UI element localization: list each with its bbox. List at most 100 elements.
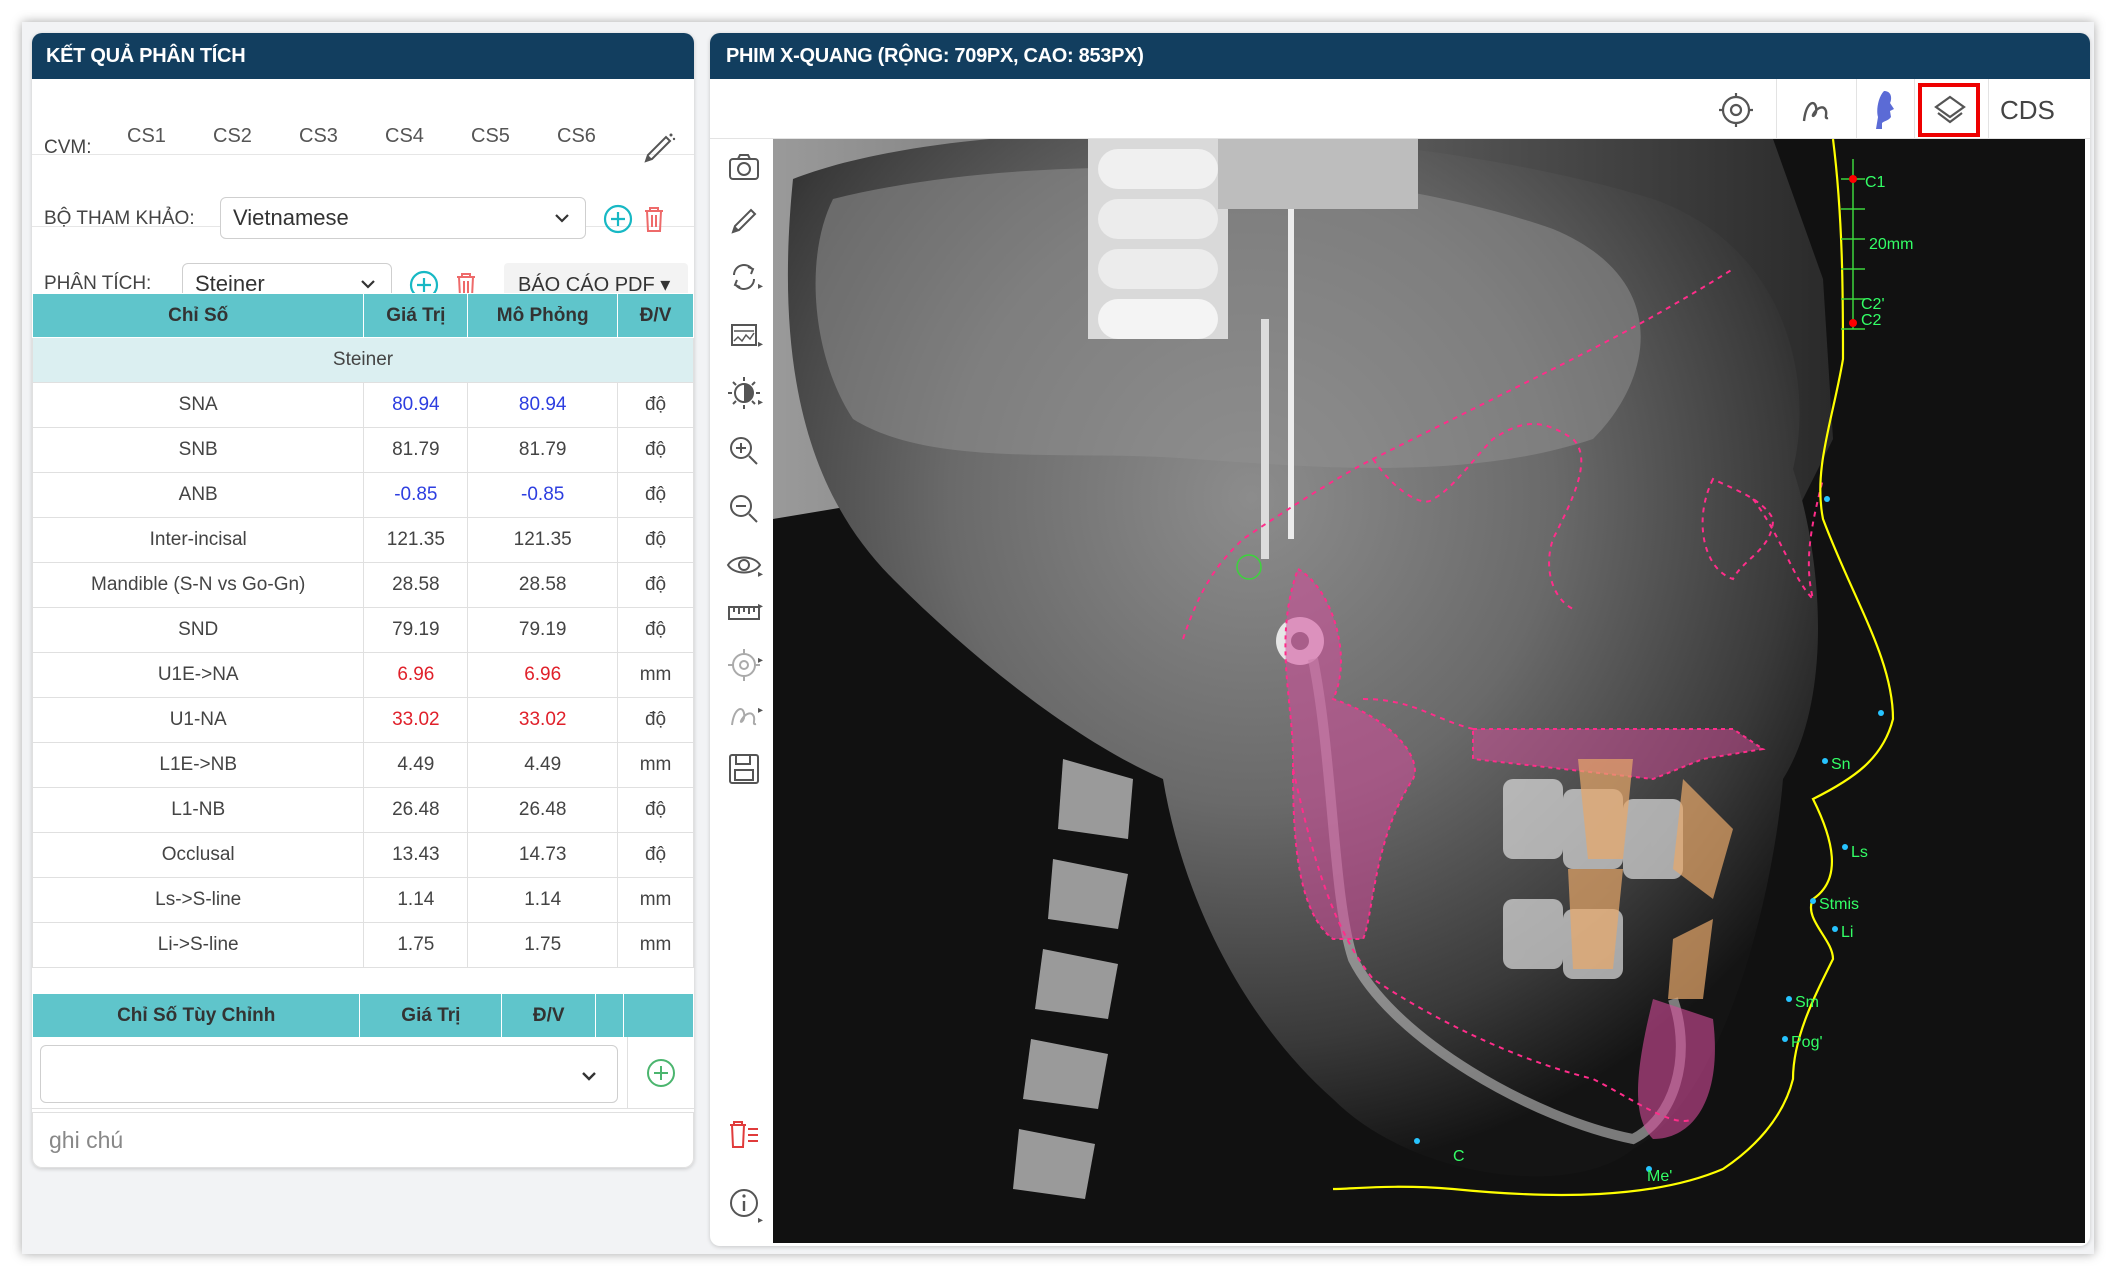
index-name-cell: Occlusal	[31, 832, 365, 878]
zoom-in-icon[interactable]	[724, 431, 764, 471]
chevron-down-icon	[555, 214, 569, 223]
simulation-cell[interactable]: 80.94	[467, 382, 619, 428]
index-name-cell: SNA	[31, 382, 365, 428]
simulation-cell[interactable]: 121.35	[467, 517, 619, 563]
value-cell: 121.35	[363, 517, 469, 563]
simulation-cell[interactable]: 79.19	[467, 607, 619, 653]
unit-cell: mm	[617, 877, 694, 923]
custom-header-action	[623, 993, 694, 1038]
cvm-stage-cs1[interactable]: CS1	[127, 125, 213, 148]
table-row: U1-NA 33.02 33.02 độ	[31, 697, 694, 743]
target-icon[interactable]	[1704, 85, 1768, 135]
unit-cell: độ	[617, 472, 694, 518]
simulation-cell[interactable]: 14.73	[467, 832, 619, 878]
unit-cell: mm	[617, 742, 694, 788]
unit-cell: độ	[617, 832, 694, 878]
add-custom-index-icon[interactable]	[645, 1057, 677, 1089]
landmark-label-li: Li	[1841, 924, 1853, 941]
analysis-results-table: Chỉ Số Giá Trị Mô Phỏng Đ/V Steiner SNA 8…	[31, 293, 694, 968]
simulation-cell[interactable]: 28.58	[467, 562, 619, 608]
simulation-cell[interactable]: 1.14	[467, 877, 619, 923]
table-row: Ls->S-line 1.14 1.14 mm	[31, 877, 694, 923]
caret-right-icon: ▸	[758, 339, 764, 350]
landmark-label-pog-prime: Pog'	[1791, 1034, 1823, 1051]
save-icon[interactable]	[724, 749, 764, 789]
index-name-cell: Li->S-line	[31, 922, 365, 968]
landmark-label-ls: Ls	[1851, 844, 1868, 861]
simulation-cell[interactable]: 81.79	[467, 427, 619, 473]
simulation-cell[interactable]: 33.02	[467, 697, 619, 743]
panel-title: KẾT QUẢ PHÂN TÍCH	[32, 33, 694, 79]
chevron-down-icon	[582, 1072, 596, 1081]
group-row: Steiner	[32, 337, 694, 383]
toolbar-separator	[1914, 79, 1915, 139]
table-row: Mandible (S-N vs Go-Gn) 28.58 28.58 độ	[31, 562, 694, 608]
table-row: Li->S-line 1.75 1.75 mm	[31, 922, 694, 968]
camera-icon[interactable]	[724, 147, 764, 187]
table-row: L1-NB 26.48 26.48 độ	[31, 787, 694, 833]
index-name-cell: Ls->S-line	[31, 877, 365, 923]
cvm-stage-cs4[interactable]: CS4	[385, 125, 471, 148]
custom-header-index: Chỉ Số Tùy Chỉnh	[31, 993, 361, 1038]
index-name-cell: L1-NB	[31, 787, 365, 833]
toolbar-separator	[1988, 79, 1989, 139]
value-cell: 28.58	[363, 562, 469, 608]
cephalometric-xray[interactable]: C1 20mm C2' C2 Sn Ls Stmis Li Sm Pog' Me…	[773, 139, 2085, 1243]
table-row: Inter-incisal 121.35 121.35 độ	[31, 517, 694, 563]
landmark-label-sm: Sm	[1795, 994, 1819, 1011]
cvm-label: CVM:	[44, 137, 92, 158]
caret-right-icon: ▸	[758, 569, 764, 580]
value-cell: 79.19	[363, 607, 469, 653]
simulation-cell[interactable]: 26.48	[467, 787, 619, 833]
cvm-stage-cs3[interactable]: CS3	[299, 125, 385, 148]
index-name-cell: U1-NA	[31, 697, 365, 743]
index-name-cell: Mandible (S-N vs Go-Gn)	[31, 562, 365, 608]
table-row: ANB -0.85 -0.85 độ	[31, 472, 694, 518]
ruler-icon[interactable]	[724, 593, 764, 633]
index-name-cell: U1E->NA	[31, 652, 365, 698]
cvm-stage-cs5[interactable]: CS5	[471, 125, 557, 148]
index-name-cell: L1E->NB	[31, 742, 365, 788]
table-row: U1E->NA 6.96 6.96 mm	[31, 652, 694, 698]
xray-side-toolbar: ▸ ▸ ▸ ▸ ▸ ▸ ▸ ▸	[710, 139, 774, 1246]
custom-header-value: Giá Trị	[359, 993, 503, 1038]
caret-right-icon: ▸	[758, 705, 764, 716]
xray-panel: PHIM X-QUANG (RỘNG: 709PX, CAO: 853PX) C…	[710, 33, 2090, 1246]
tracing-icon[interactable]	[1784, 85, 1848, 135]
unit-cell: độ	[617, 517, 694, 563]
cvm-stage-cs6[interactable]: CS6	[557, 125, 643, 148]
landmark-label-stmis: Stmis	[1819, 896, 1859, 913]
chevron-down-icon	[361, 280, 375, 289]
table-row: Occlusal 13.43 14.73 độ	[31, 832, 694, 878]
reference-row: BỘ THAM KHẢO: Vietnamese	[32, 161, 694, 239]
simulation-cell[interactable]: 1.75	[467, 922, 619, 968]
custom-index-table: Chỉ Số Tùy Chỉnh Giá Trị Đ/V	[31, 993, 694, 1038]
value-cell: 4.49	[363, 742, 469, 788]
caret-right-icon: ▸	[758, 601, 764, 612]
landmark-label-c1: C1	[1865, 174, 1886, 191]
xray-image[interactable]: C1 20mm C2' C2 Sn Ls Stmis Li Sm Pog' Me…	[773, 139, 2085, 1243]
col-header-unit: Đ/V	[617, 293, 694, 338]
table-row: L1E->NB 4.49 4.49 mm	[31, 742, 694, 788]
simulation-cell[interactable]: 4.49	[467, 742, 619, 788]
cds-button[interactable]: CDS	[2000, 95, 2055, 126]
table-row: SND 79.19 79.19 độ	[31, 607, 694, 653]
value-cell: 6.96	[363, 652, 469, 698]
note-input[interactable]: ghi chú	[32, 1112, 694, 1168]
simulation-cell[interactable]: 6.96	[467, 652, 619, 698]
landmark-label-20mm: 20mm	[1869, 236, 1913, 253]
col-header-index: Chỉ Số	[31, 293, 365, 338]
caret-right-icon: ▸	[758, 397, 764, 408]
zoom-out-icon[interactable]	[724, 489, 764, 529]
index-name-cell: SNB	[31, 427, 365, 473]
simulation-cell[interactable]: -0.85	[467, 472, 619, 518]
xray-toolbar: CDS	[710, 79, 2090, 139]
xray-panel-title: PHIM X-QUANG (RỘNG: 709PX, CAO: 853PX)	[710, 33, 2090, 79]
cvm-stage-cs2[interactable]: CS2	[213, 125, 299, 148]
landmark-label-c: C	[1453, 1148, 1465, 1165]
pen-icon[interactable]	[724, 201, 764, 241]
index-name-cell: Inter-incisal	[31, 517, 365, 563]
delete-list-icon[interactable]	[724, 1115, 764, 1155]
profile-silhouette-icon[interactable]	[1854, 85, 1918, 135]
custom-index-select[interactable]	[40, 1045, 618, 1103]
